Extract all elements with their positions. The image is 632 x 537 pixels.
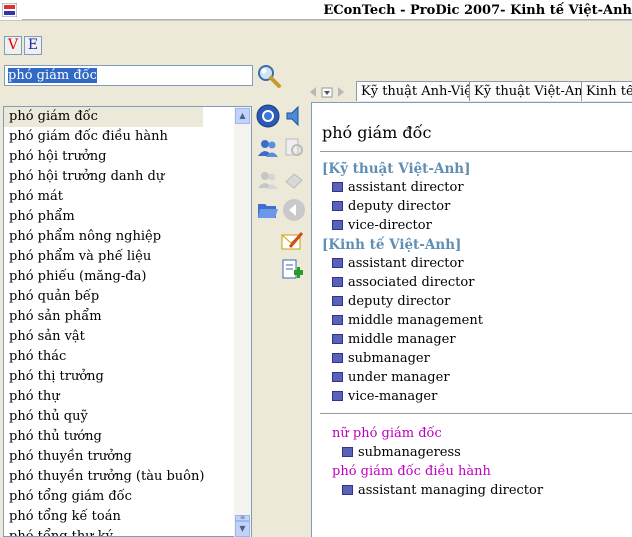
list-item[interactable]: phó tổng giám đốc [4,487,251,507]
list-item[interactable]: phó sản phẩm [4,307,251,327]
definition-item: assistant managing director [342,483,543,498]
definition-item: middle manager [332,332,456,347]
title-bar: EConTech - ProDic 2007- Kinh tế Việt-Anh [0,0,632,21]
word-list-scrollbar[interactable]: ▲ ≡ ▼ [234,107,251,537]
book-icon [332,315,343,325]
entry-headword: phó giám đốc [322,123,432,142]
definition-item: vice-director [332,218,432,233]
definition-item: submanager [332,351,430,366]
tab-ky-thuat-viet-anh[interactable]: Kỹ thuật Việt-Anh [469,81,597,101]
book-icon [332,201,343,211]
definition-item: vice-manager [332,389,437,404]
list-item[interactable]: phó tổng kế toán [4,507,251,527]
book-icon [332,334,343,344]
list-item[interactable]: phó thuyền trưởng (tàu buôn) [4,467,251,487]
list-item[interactable]: phó giám đốc [4,107,203,127]
definition-item: associated director [332,275,474,290]
note-edit-icon[interactable] [280,229,304,253]
book-icon [332,391,343,401]
speaker-icon[interactable] [282,104,306,128]
definition-item: under manager [332,370,450,385]
list-item[interactable]: phó hội trưởng danh dự [4,167,251,187]
book-icon [342,447,353,457]
tab-scroll-controls [308,86,352,102]
headword-divider [320,151,632,152]
book-icon [332,182,343,192]
list-item[interactable]: phó thủ quỹ [4,407,251,427]
book-icon [332,372,343,382]
tab-ky-thuat-anh-viet[interactable]: Kỹ thuật Anh-Việt [356,81,483,101]
lang-english-button[interactable]: E [24,36,42,55]
list-item[interactable]: phó thị trưởng [4,367,251,387]
list-item[interactable]: phó tổng thư ký [4,527,251,536]
definition-item: assistant director [332,180,464,195]
list-item[interactable]: phó hội trưởng [4,147,251,167]
search-input-text: phó giám đốc [8,68,97,83]
list-item[interactable]: phó thuyền trưởng [4,447,251,467]
definition-panel: phó giám đốc [Kỹ thuật Việt-Anh] assista… [311,102,632,537]
users-disabled-icon [258,172,278,189]
book-icon [342,485,353,495]
list-item[interactable]: phó sản vật [4,327,251,347]
search-icon[interactable] [256,63,282,89]
book-icon [332,258,343,268]
list-item[interactable]: phó phẩm nông nghiệp [4,227,251,247]
scroll-up-icon[interactable]: ▲ [235,108,250,124]
list-item[interactable]: phó mát [4,187,251,207]
eraser-disabled-icon [285,173,303,189]
zoom-page-disabled-icon [285,138,303,156]
globe-icon[interactable] [256,104,280,128]
lang-vietnamese-button[interactable]: V [4,36,22,55]
dict-section-title: [Kỹ thuật Việt-Anh] [322,161,471,177]
list-item[interactable]: phó phẩm [4,207,251,227]
list-item[interactable]: phó thác [4,347,251,367]
book-icon [332,220,343,230]
dict-section-title: [Kinh tế Việt-Anh] [322,237,462,253]
book-icon [332,277,343,287]
related-term-link[interactable]: nữ phó giám đốc [332,426,442,441]
search-input[interactable]: phó giám đốc [4,65,253,86]
book-icon [332,296,343,306]
title-divider [22,19,632,20]
scroll-down-icon[interactable]: ▼ [235,521,250,537]
tab-kinh-te-anh-viet[interactable]: Kinh tế Anh-Việt [581,81,632,101]
definition-item: deputy director [332,294,450,309]
list-item[interactable]: phó thủ tướng [4,427,251,447]
app-icon [2,3,17,17]
related-term-link[interactable]: phó giám đốc điều hành [332,464,491,479]
users-icon[interactable] [256,136,280,160]
book-icon [332,353,343,363]
tab-arrows-icon[interactable] [308,86,352,98]
list-item[interactable]: phó quản bếp [4,287,251,307]
definition-item: assistant director [332,256,464,271]
related-divider [320,413,632,414]
back-icon[interactable] [282,198,306,222]
word-list[interactable]: phó giám đốc phó giám đốc điều hành phó … [3,106,252,537]
list-item[interactable]: phó thự [4,387,251,407]
list-item[interactable]: phó phiếu (măng-đa) [4,267,251,287]
definition-item: middle management [332,313,483,328]
list-item[interactable]: phó phẩm và phế liệu [4,247,251,267]
folder-open-icon[interactable] [256,198,280,222]
definition-item: submanageress [342,445,461,460]
add-page-icon[interactable] [280,258,304,282]
list-item[interactable]: phó giám đốc điều hành [4,127,251,147]
window-title: EConTech - ProDic 2007- Kinh tế Việt-Anh [323,3,632,18]
definition-item: deputy director [332,199,450,214]
